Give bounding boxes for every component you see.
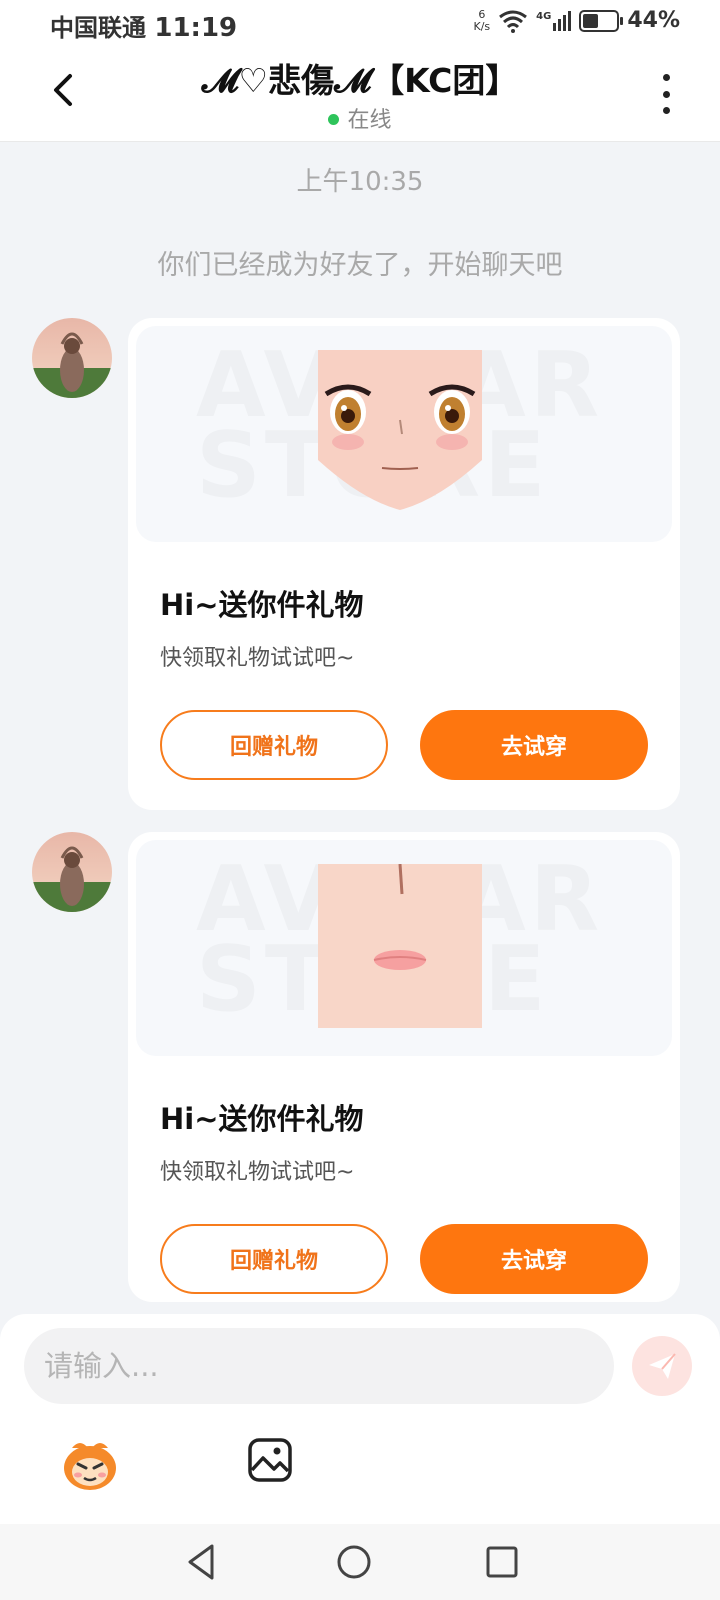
chat-header: 𝓜♡悲傷𝓜【KC团】 在线 <box>0 46 720 142</box>
signal-type: 4G <box>536 10 552 22</box>
send-button[interactable] <box>632 1336 692 1396</box>
nav-home-button[interactable] <box>332 1540 376 1584</box>
sender-avatar[interactable] <box>32 318 112 398</box>
battery-percent: 44% <box>627 8 680 33</box>
square-recent-icon <box>486 1546 518 1578</box>
wifi-icon <box>499 10 528 33</box>
image-icon <box>248 1438 292 1482</box>
circle-home-icon <box>337 1545 371 1579</box>
network-speed: 6 K/s <box>473 7 491 33</box>
cell-signal-icon: 4G <box>536 10 572 31</box>
gift-card: AVATAR STORE Hi~送你件礼物 快领取礼物试试吧~ 回赠礼物 去试穿 <box>128 832 680 1302</box>
gift-preview[interactable]: AVATAR STORE <box>136 326 672 542</box>
gift-subtitle: 快领取礼物试试吧~ <box>160 646 355 671</box>
return-gift-button[interactable]: 回赠礼物 <box>160 710 388 780</box>
message-input[interactable] <box>24 1328 614 1404</box>
status-time: 11:19 <box>154 13 238 43</box>
image-picker-button[interactable] <box>246 1436 294 1484</box>
gift-preview[interactable]: AVATAR STORE <box>136 840 672 1056</box>
gift-card: AVATAR STORE Hi~送你件礼物 快领取礼物试试吧~ 回赠礼物 去试穿 <box>128 318 680 810</box>
sender-avatar[interactable] <box>32 832 112 912</box>
try-on-button[interactable]: 去试穿 <box>420 1224 648 1294</box>
try-on-button[interactable]: 去试穿 <box>420 710 648 780</box>
gift-subtitle: 快领取礼物试试吧~ <box>160 1160 355 1185</box>
gift-title: Hi~送你件礼物 <box>160 588 364 622</box>
chat-title: 𝓜♡悲傷𝓜【KC团】 <box>201 61 519 100</box>
status-bar: 中国联通 11:19 6 K/s 4G 44% <box>0 0 720 46</box>
online-status: 在线 <box>0 102 720 134</box>
system-nav-bar <box>0 1524 720 1600</box>
message-timestamp: 上午10:35 <box>296 167 424 197</box>
more-options-button[interactable] <box>656 74 676 114</box>
return-gift-button[interactable]: 回赠礼物 <box>160 1224 388 1294</box>
mascot-emoji-button[interactable] <box>60 1434 120 1494</box>
input-area <box>0 1314 720 1524</box>
send-icon <box>649 1353 676 1379</box>
more-vertical-icon <box>662 74 670 81</box>
online-dot <box>328 114 340 125</box>
face-lips-item-image <box>318 864 482 1028</box>
face-eyes-item-image <box>318 350 482 510</box>
battery-icon <box>579 9 624 32</box>
triangle-back-icon <box>188 1544 214 1580</box>
network-speed-unit: K/s <box>473 19 491 33</box>
carrier-name: 中国联通 <box>50 14 146 42</box>
status-right: 6 K/s 4G 44% <box>474 8 681 33</box>
mascot-emoji-icon <box>64 1443 116 1490</box>
network-speed-value: 6 <box>478 7 486 21</box>
nav-back-button[interactable] <box>180 1540 224 1584</box>
gift-title: Hi~送你件礼物 <box>160 1102 364 1136</box>
system-message: 你们已经成为好友了，开始聊天吧 <box>157 250 563 281</box>
nav-recent-button[interactable] <box>480 1540 524 1584</box>
online-label: 在线 <box>347 108 392 133</box>
status-left: 中国联通 11:19 <box>50 8 237 43</box>
